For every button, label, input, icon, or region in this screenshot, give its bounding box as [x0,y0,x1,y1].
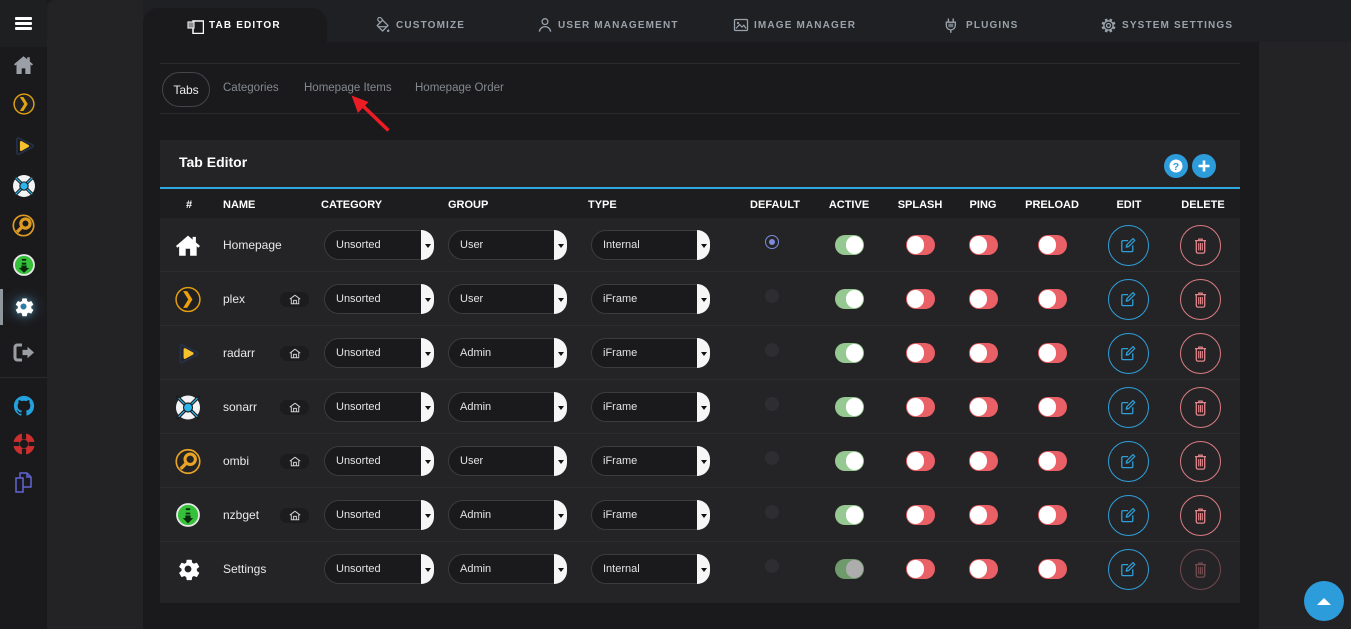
svg-text:?: ? [1173,161,1179,173]
